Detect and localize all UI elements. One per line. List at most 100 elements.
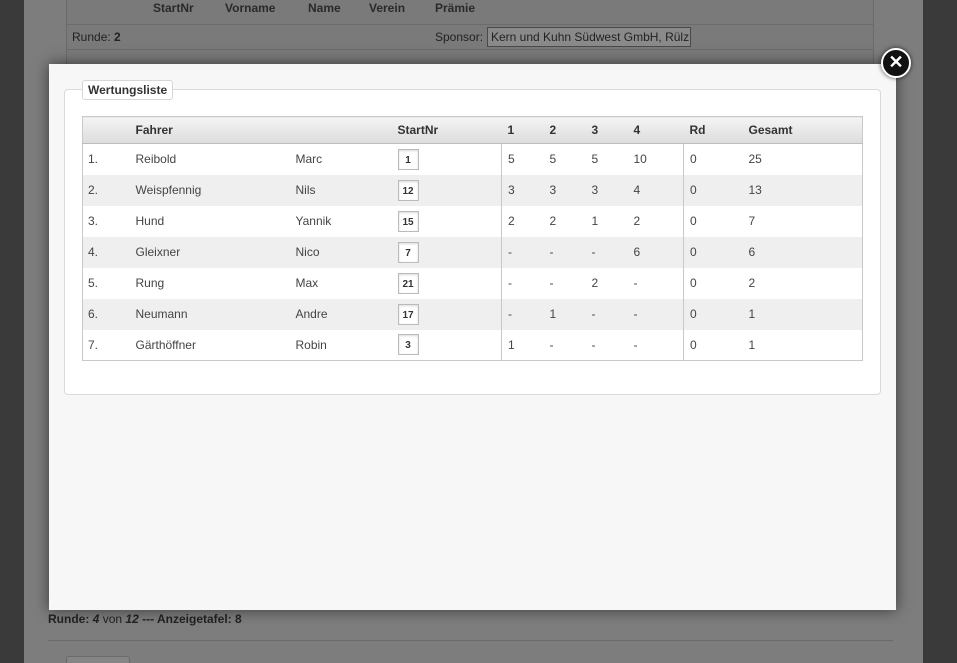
startnr-badge: 21 (397, 272, 419, 294)
startnr-cell: 7 (397, 236, 502, 268)
fahrer-cell: Gleixner (135, 236, 296, 268)
startnr-badge: 17 (397, 303, 419, 325)
header-vorname: Vorname (225, 1, 276, 15)
round-3-cell: 2 (585, 267, 628, 299)
col-rd: Rd (683, 116, 743, 144)
background-button[interactable] (66, 656, 130, 663)
fahrer-cell: Neumann (135, 298, 296, 330)
table-row: 2. Weispfennig Nils 12 3 3 3 4 0 13 (82, 174, 863, 206)
col-vorname (295, 116, 398, 144)
round-3-cell: - (585, 329, 628, 361)
vorname-cell: Yannik (295, 205, 398, 237)
rd-cell: 0 (683, 143, 743, 175)
results-table: Fahrer StartNr 1 2 3 4 Rd Gesamt 1. Reibo… (82, 116, 863, 361)
wertungsliste-fieldset: Wertungsliste Fahrer StartNr 1 2 3 4 Rd … (64, 80, 881, 395)
results-header-row: Fahrer StartNr 1 2 3 4 Rd Gesamt (82, 116, 863, 144)
close-icon[interactable]: ✕ (881, 48, 911, 78)
col-round-1: 1 (501, 116, 544, 144)
round-1-cell: - (501, 267, 544, 299)
col-round-2: 2 (543, 116, 586, 144)
vorname-cell: Robin (295, 329, 398, 361)
col-round-3: 3 (585, 116, 628, 144)
header-name: Name (308, 1, 341, 15)
vorname-cell: Marc (295, 143, 398, 175)
round-3-cell: 3 (585, 174, 628, 206)
background-runde-row: Runde: 2 Sponsor: Kern und Kuhn Südwest … (67, 24, 873, 50)
vorname-cell: Max (295, 267, 398, 299)
rank-cell: 4. (82, 236, 136, 268)
col-fahrer: Fahrer (135, 116, 296, 144)
round-2-cell: 2 (543, 205, 586, 237)
rd-cell: 0 (683, 205, 743, 237)
rank-cell: 6. (82, 298, 136, 330)
sponsor-input[interactable]: Kern und Kuhn Südwest GmbH, Rülz (487, 27, 691, 47)
gesamt-cell: 2 (742, 267, 863, 299)
background-divider (48, 640, 893, 641)
table-row: 7. Gärthöffner Robin 3 1- - -0 1 (82, 329, 863, 361)
startnr-badge: 3 (397, 334, 419, 356)
rank-cell: 3. (82, 205, 136, 237)
round-1-cell: - (501, 298, 544, 330)
rank-cell: 5. (82, 267, 136, 299)
background-footer-status: Runde: 4 von 12 --- Anzeigetafel: 8 (48, 612, 242, 626)
startnr-badge: 1 (397, 148, 419, 170)
gesamt-cell: 13 (742, 174, 863, 206)
vorname-cell: Nils (295, 174, 398, 206)
fahrer-cell: Reibold (135, 143, 296, 175)
round-2-cell: 3 (543, 174, 586, 206)
startnr-badge: 12 (397, 179, 419, 201)
round-2-cell: - (543, 267, 586, 299)
round-4-cell: 6 (627, 236, 684, 268)
header-verein: Verein (369, 1, 406, 15)
startnr-cell: 12 (397, 174, 502, 206)
round-4-cell: 4 (627, 174, 684, 206)
round-2-cell: - (543, 329, 586, 361)
header-praemie: Prämie (435, 1, 476, 15)
rank-cell: 2. (82, 174, 136, 206)
gesamt-cell: 6 (742, 236, 863, 268)
rd-cell: 0 (683, 267, 743, 299)
round-4-cell: 2 (627, 205, 684, 237)
startnr-cell: 17 (397, 298, 502, 330)
startnr-cell: 15 (397, 205, 502, 237)
round-1-cell: 1 (501, 329, 544, 361)
rd-cell: 0 (683, 329, 743, 361)
round-2-cell: 1 (543, 298, 586, 330)
fieldset-legend: Wertungsliste (82, 80, 174, 100)
gesamt-cell: 25 (742, 143, 863, 175)
col-startnr: StartNr (397, 116, 502, 144)
fahrer-cell: Weispfennig (135, 174, 296, 206)
round-3-cell: 5 (585, 143, 628, 175)
table-row: 3. Hund Yannik 15 2 2 1 2 0 7 (82, 205, 863, 237)
gesamt-cell: 7 (742, 205, 863, 237)
table-row: 1. Reibold Marc 1 5 5 5 10 0 25 (82, 143, 863, 175)
rd-cell: 0 (683, 174, 743, 206)
round-1-cell: - (501, 236, 544, 268)
fahrer-cell: Rung (135, 267, 296, 299)
round-3-cell: - (585, 298, 628, 330)
col-round-4: 4 (627, 116, 684, 144)
wertungsliste-modal: Wertungsliste Fahrer StartNr 1 2 3 4 Rd … (49, 64, 896, 610)
background-table: StartNr Vorname Name Verein Prämie Runde… (66, 0, 874, 64)
round-1-cell: 5 (501, 143, 544, 175)
results-body: 1. Reibold Marc 1 5 5 5 10 0 25 2. Weispfennig Nils 1… (82, 143, 863, 361)
vorname-cell: Nico (295, 236, 398, 268)
gesamt-cell: 1 (742, 298, 863, 330)
round-1-cell: 3 (501, 174, 544, 206)
col-rank (82, 116, 136, 144)
round-1-cell: 2 (501, 205, 544, 237)
vorname-cell: Andre (295, 298, 398, 330)
background-table-header: StartNr Vorname Name Verein Prämie (67, 0, 873, 22)
round-4-cell: - (627, 267, 684, 299)
col-gesamt: Gesamt (742, 116, 863, 144)
round-3-cell: - (585, 236, 628, 268)
round-3-cell: 1 (585, 205, 628, 237)
fahrer-cell: Hund (135, 205, 296, 237)
round-4-cell: 10 (627, 143, 684, 175)
round-4-cell: - (627, 329, 684, 361)
startnr-badge: 15 (397, 210, 419, 232)
gesamt-cell: 1 (742, 329, 863, 361)
table-row: 6. Neumann Andre 17-1- -0 1 (82, 298, 863, 330)
round-4-cell: - (627, 298, 684, 330)
runde-label: Runde: 2 (72, 30, 121, 44)
